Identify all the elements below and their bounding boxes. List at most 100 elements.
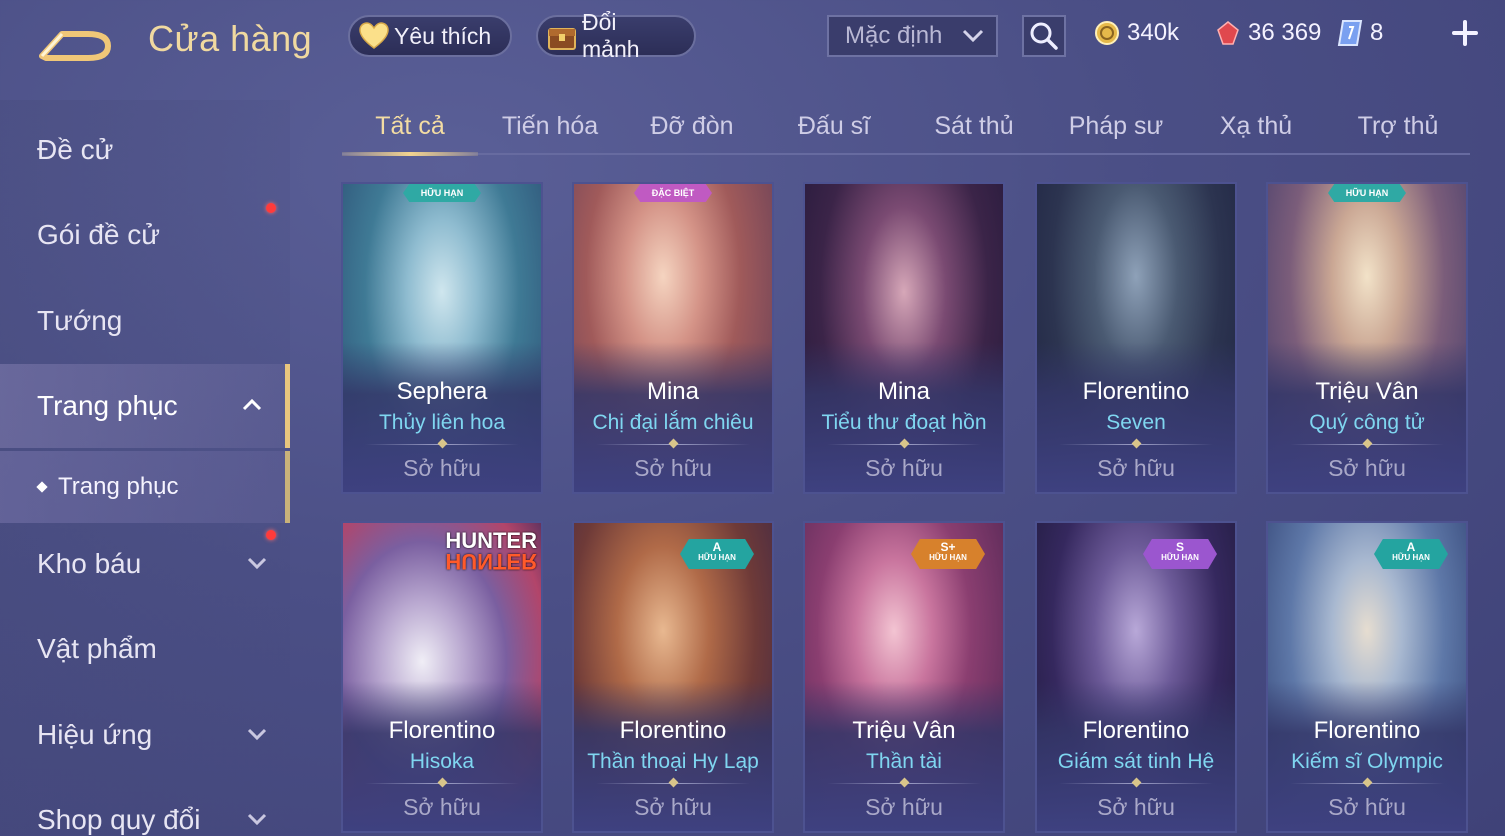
tab-tank[interactable]: Đỡ đòn bbox=[624, 100, 760, 153]
sidebar-item-items[interactable]: Vật phẩm bbox=[0, 607, 290, 691]
hero-name: Mina bbox=[877, 378, 931, 405]
chevron-down-icon bbox=[247, 728, 267, 741]
hero-name: Florentino bbox=[1082, 378, 1190, 405]
rank-badge: A HỮU HẠN bbox=[1374, 539, 1448, 569]
ownership-status: Sở hữu bbox=[1097, 794, 1175, 820]
skin-name: Tiểu thư đoạt hồn bbox=[821, 411, 987, 434]
sidebar-item-effects[interactable]: Hiệu ứng bbox=[0, 693, 290, 777]
tab-mage[interactable]: Pháp sư bbox=[1048, 100, 1184, 153]
sort-dropdown[interactable]: Mặc định bbox=[827, 15, 998, 57]
chevron-down-icon bbox=[962, 29, 984, 43]
sidebar-subitem-skins[interactable]: Trang phục bbox=[0, 451, 290, 523]
search-button[interactable] bbox=[1022, 15, 1066, 57]
heart-icon bbox=[358, 20, 390, 52]
notification-dot bbox=[266, 530, 276, 540]
treasure-chest-icon bbox=[546, 20, 578, 52]
sidebar-item-label: Hiệu ứng bbox=[37, 719, 153, 750]
tab-support[interactable]: Trợ thủ bbox=[1330, 100, 1466, 153]
skin-card[interactable]: A HỮU HẠN Florentino Thần thoại Hy Lạp Sở… bbox=[572, 521, 774, 833]
skin-name: Seven bbox=[1106, 411, 1166, 434]
hero-name: Florentino bbox=[388, 717, 496, 744]
hero-name: Florentino bbox=[1313, 717, 1421, 744]
shard-exchange-button[interactable]: Đổi mảnh bbox=[536, 9, 696, 62]
limited-tag: HỮU HẠN bbox=[403, 184, 481, 202]
sort-selected-value: Mặc định bbox=[845, 22, 943, 49]
role-tabs: Tất cả Tiến hóa Đỡ đòn Đấu sĩ Sát thủ Ph… bbox=[342, 100, 1470, 156]
add-currency-button[interactable] bbox=[1448, 16, 1482, 50]
hero-name: Triệu Vân bbox=[852, 717, 956, 744]
skin-name: Thủy liên hoa bbox=[378, 411, 506, 434]
ruby-gem-icon bbox=[1214, 19, 1242, 47]
hunter-x-hunter-logo: HUNTER HUNTER bbox=[445, 528, 537, 575]
sidebar-item-treasure[interactable]: Kho báu bbox=[0, 522, 290, 606]
ownership-status: Sở hữu bbox=[1328, 794, 1406, 820]
sidebar-item-exchange-shop[interactable]: Shop quy đổi bbox=[0, 778, 290, 836]
bullet-diamond-icon bbox=[36, 481, 48, 493]
chevron-up-icon bbox=[242, 398, 262, 411]
sidebar-item-label: Trang phục bbox=[37, 390, 178, 421]
tab-fighter[interactable]: Đấu sĩ bbox=[766, 100, 902, 153]
skin-card[interactable]: S HỮU HẠN Florentino Giám sát tinh Hệ Sở … bbox=[1035, 521, 1237, 833]
search-icon bbox=[1030, 22, 1058, 50]
sidebar-item-label: Tướng bbox=[37, 305, 123, 336]
gem-currency: 36 369 bbox=[1214, 16, 1321, 50]
ownership-status: Sở hữu bbox=[865, 794, 943, 820]
skin-card[interactable]: Florentino Seven Sở hữu bbox=[1035, 182, 1237, 494]
gem-amount: 36 369 bbox=[1248, 19, 1322, 46]
tab-assassin[interactable]: Sát thủ bbox=[906, 100, 1042, 153]
tab-marksman[interactable]: Xạ thủ bbox=[1188, 100, 1324, 153]
skin-name: Hisoka bbox=[409, 750, 475, 773]
favorite-label: Yêu thích bbox=[394, 22, 492, 49]
favorite-button[interactable]: Yêu thích bbox=[348, 15, 512, 57]
ticket-currency: 8 bbox=[1336, 16, 1383, 50]
skin-card[interactable]: HỮU HẠN Triệu Vân Quý công tử Sở hữu bbox=[1266, 182, 1468, 494]
ownership-status: Sở hữu bbox=[634, 455, 712, 481]
hero-name: Florentino bbox=[619, 717, 727, 744]
gold-coin-icon bbox=[1093, 19, 1121, 47]
skin-name: Quý công tử bbox=[1309, 411, 1425, 434]
tab-evolution[interactable]: Tiến hóa bbox=[482, 100, 618, 153]
skin-card[interactable]: HUNTER HUNTER Florentino Hisoka Sở hữu bbox=[341, 521, 543, 833]
skin-card[interactable]: ĐẶC BIỆT Mina Chị đại lắm chiêu Sở hữu bbox=[572, 182, 774, 494]
gold-currency: 340k bbox=[1093, 16, 1179, 50]
ownership-status: Sở hữu bbox=[403, 794, 481, 820]
ownership-status: Sở hữu bbox=[865, 455, 943, 481]
skin-card[interactable]: Mina Tiểu thư đoạt hồn Sở hữu bbox=[803, 182, 1005, 494]
skin-card[interactable]: HỮU HẠN Sephera Thủy liên hoa Sở hữu bbox=[341, 182, 543, 494]
chevron-down-icon bbox=[247, 557, 267, 570]
shard-exchange-label: Đổi mảnh bbox=[582, 9, 640, 62]
page-title: Cửa hàng bbox=[148, 18, 313, 59]
voucher-icon bbox=[1336, 19, 1364, 47]
skin-name: Chị đại lắm chiêu bbox=[592, 411, 754, 434]
sidebar-item-label: Shop quy đổi bbox=[37, 804, 201, 835]
skin-card[interactable]: A HỮU HẠN Florentino Kiếm sĩ Olympic Sở h… bbox=[1266, 521, 1468, 833]
skin-name: Thần thoại Hy Lạp bbox=[587, 750, 759, 773]
sidebar-item-label: Gói đề cử bbox=[37, 219, 161, 250]
back-button[interactable] bbox=[38, 22, 114, 62]
sidebar-item-heroes[interactable]: Tướng bbox=[0, 279, 290, 363]
chevron-down-icon bbox=[247, 813, 267, 826]
rank-badge: A HỮU HẠN bbox=[680, 539, 754, 569]
skin-name: Thần tài bbox=[866, 750, 942, 773]
limited-tag: HỮU HẠN bbox=[1328, 184, 1406, 202]
special-tag: ĐẶC BIỆT bbox=[634, 184, 712, 202]
ownership-status: Sở hữu bbox=[1097, 455, 1175, 481]
gold-amount: 340k bbox=[1127, 19, 1180, 46]
sidebar-item-label: Vật phẩm bbox=[37, 633, 157, 664]
sidebar-item-label: Đề cử bbox=[37, 134, 114, 165]
hero-name: Sephera bbox=[396, 378, 488, 405]
sidebar-item-skins[interactable]: Trang phục bbox=[0, 364, 290, 448]
back-arrow-icon bbox=[39, 31, 111, 61]
ticket-amount: 8 bbox=[1370, 19, 1384, 46]
ownership-status: Sở hữu bbox=[403, 455, 481, 481]
notification-dot bbox=[266, 203, 276, 213]
sidebar-item-recommended[interactable]: Đề cử bbox=[0, 108, 290, 192]
rank-badge: S HỮU HẠN bbox=[1143, 539, 1217, 569]
sidebar-subitem-label: Trang phục bbox=[58, 473, 179, 500]
plus-icon bbox=[1452, 20, 1478, 46]
ownership-status: Sở hữu bbox=[634, 794, 712, 820]
skin-name: Kiếm sĩ Olympic bbox=[1291, 750, 1443, 773]
skin-card[interactable]: S+ HỮU HẠN Triệu Vân Thần tài Sở hữu bbox=[803, 521, 1005, 833]
tab-all[interactable]: Tất cả bbox=[342, 100, 478, 156]
sidebar-item-recommended-packs[interactable]: Gói đề cử bbox=[0, 193, 290, 277]
